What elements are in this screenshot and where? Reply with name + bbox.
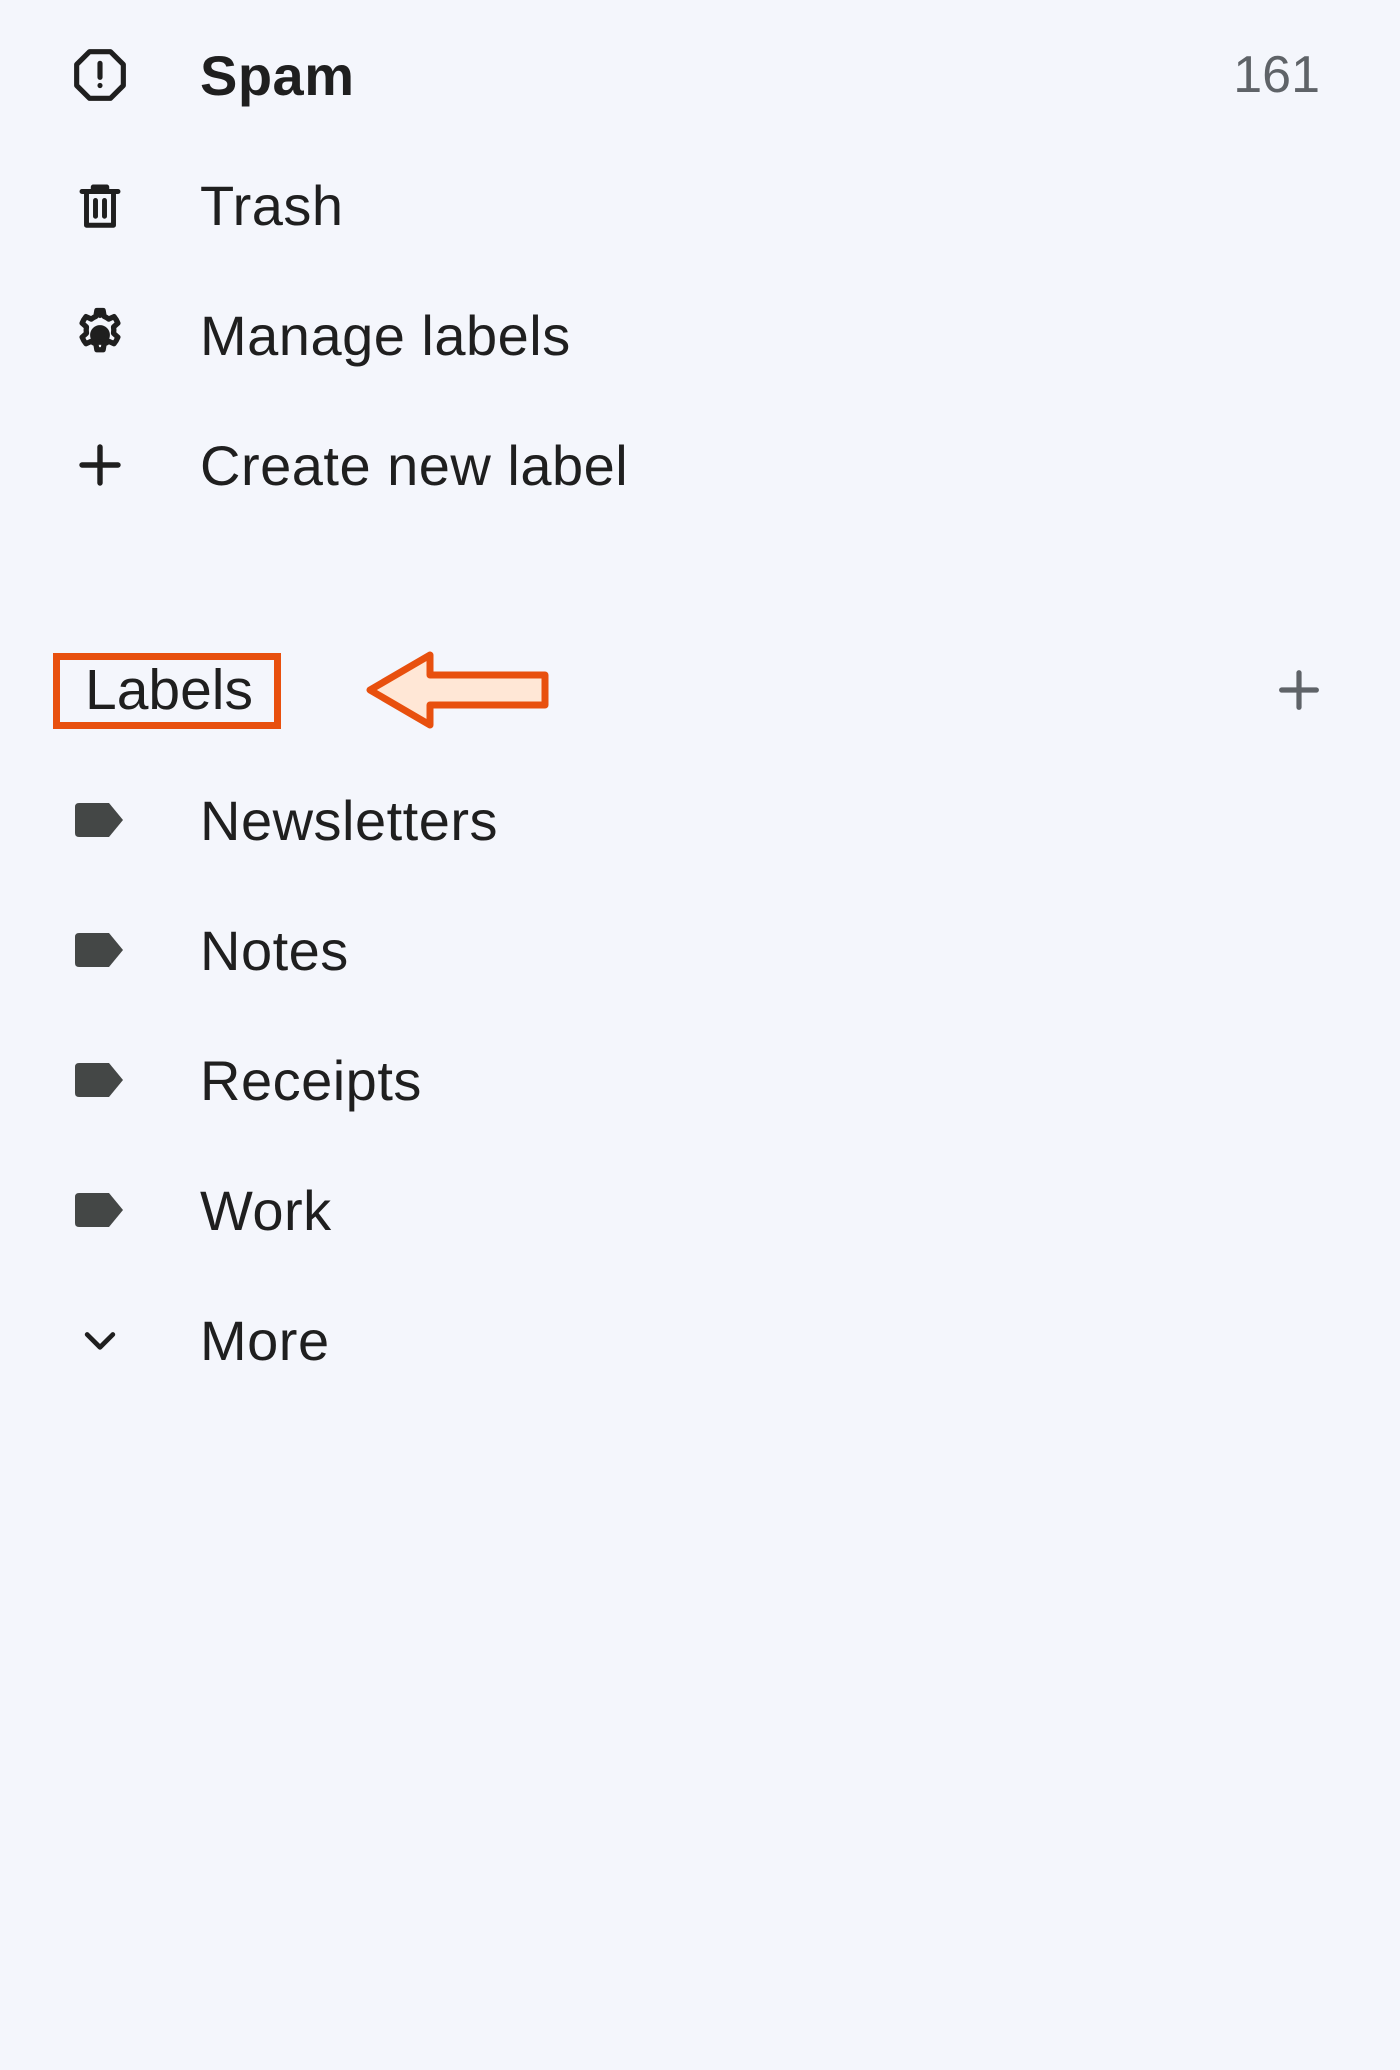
- add-label-button[interactable]: [1273, 664, 1400, 716]
- sidebar-item-manage-labels[interactable]: Manage labels: [0, 270, 1400, 400]
- label-item-text: More: [200, 1308, 330, 1373]
- label-tag-icon: [0, 929, 200, 971]
- spam-icon: [0, 47, 200, 103]
- label-item-text: Newsletters: [200, 788, 498, 853]
- plus-icon: [0, 438, 200, 492]
- sidebar-item-label: Trash: [200, 173, 344, 238]
- annotation-arrow-icon: [365, 645, 555, 735]
- sidebar-item-trash[interactable]: Trash: [0, 140, 1400, 270]
- chevron-down-icon: [0, 1318, 200, 1362]
- label-tag-icon: [0, 1189, 200, 1231]
- label-tag-icon: [0, 1059, 200, 1101]
- spam-count: 161: [1233, 45, 1320, 105]
- sidebar-item-create-label[interactable]: Create new label: [0, 400, 1400, 530]
- sidebar: Spam 161 Trash: [0, 0, 1400, 2070]
- label-item-more[interactable]: More: [0, 1275, 1400, 1405]
- gear-icon: [0, 306, 200, 364]
- trash-icon: [0, 178, 200, 232]
- sidebar-item-label: Create new label: [200, 433, 628, 498]
- sidebar-item-label: Manage labels: [200, 303, 571, 368]
- label-item-text: Receipts: [200, 1048, 422, 1113]
- sidebar-item-label: Spam: [200, 43, 355, 108]
- label-item-receipts[interactable]: Receipts: [0, 1015, 1400, 1145]
- label-tag-icon: [0, 799, 200, 841]
- label-item-newsletters[interactable]: Newsletters: [0, 755, 1400, 885]
- label-item-notes[interactable]: Notes: [0, 885, 1400, 1015]
- label-item-text: Work: [200, 1178, 332, 1243]
- plus-icon: [1273, 664, 1325, 716]
- labels-section-header: Labels: [0, 625, 1400, 755]
- labels-section-title: Labels: [65, 638, 273, 742]
- label-item-work[interactable]: Work: [0, 1145, 1400, 1275]
- sidebar-item-spam[interactable]: Spam 161: [0, 10, 1400, 140]
- label-item-text: Notes: [200, 918, 349, 983]
